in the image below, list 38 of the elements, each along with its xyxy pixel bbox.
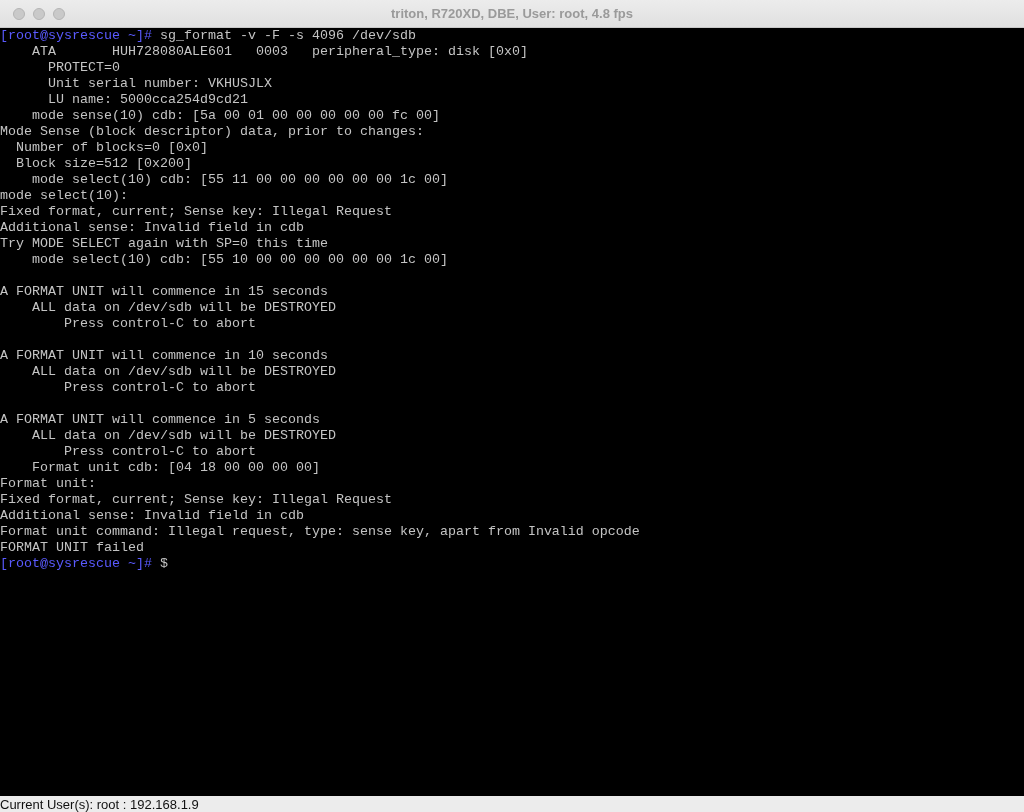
output-line: ALL data on /dev/sdb will be DESTROYED bbox=[31, 300, 336, 316]
output-line: ALL data on /dev/sdb will be DESTROYED bbox=[31, 428, 336, 444]
status-text: Current User(s): root : 192.168.1.9 bbox=[0, 796, 199, 812]
output-line: mode sense(10) cdb: [5a 00 01 00 00 00 00 00 fc 00] bbox=[31, 108, 440, 124]
output-line: Fixed format, current; Sense key: Illegal Request bbox=[0, 492, 392, 508]
output-line: mode select(10) cdb: [55 11 00 00 00 00 00 00 1c 00] bbox=[31, 172, 448, 188]
output-line: Unit serial number: VKHUSJLX bbox=[47, 76, 272, 92]
output-line: Press control-C to abort bbox=[63, 444, 256, 460]
output-line: Format unit command: Illegal request, type: sense key, apart from Invalid opcode bbox=[0, 524, 640, 540]
output-line: mode select(10): bbox=[0, 188, 128, 204]
shell-prompt: [root@sysrescue ~]# bbox=[0, 28, 152, 44]
output-line: Number of blocks=0 [0x0] bbox=[15, 140, 208, 156]
zoom-button[interactable] bbox=[53, 7, 65, 20]
output-line: ATA HUH728080ALE601 0003 peripheral_type: disk [0x0] bbox=[31, 44, 528, 60]
output-line: Fixed format, current; Sense key: Illegal Request bbox=[0, 204, 392, 220]
output-line: Mode Sense (block descriptor) data, prior to changes: bbox=[0, 124, 424, 140]
command-text: sg_format -v -F -s 4096 /dev/sdb bbox=[159, 28, 416, 44]
output-line: Format unit: bbox=[0, 476, 96, 492]
output-line: LU name: 5000cca254d9cd21 bbox=[47, 92, 248, 108]
output-line: Block size=512 [0x200] bbox=[15, 156, 192, 172]
output-line: Format unit cdb: [04 18 00 00 00 00] bbox=[31, 460, 320, 476]
output-line: ALL data on /dev/sdb will be DESTROYED bbox=[31, 364, 336, 380]
shell-prompt: [root@sysrescue ~]# bbox=[0, 556, 152, 572]
command-text: $ bbox=[159, 556, 168, 572]
close-button[interactable] bbox=[13, 7, 25, 20]
output-line: mode select(10) cdb: [55 10 00 00 00 00 00 00 1c 00] bbox=[31, 252, 448, 268]
output-line: A FORMAT UNIT will commence in 5 seconds bbox=[0, 412, 320, 428]
output-line: Additional sense: Invalid field in cdb bbox=[0, 508, 304, 524]
output-line: Additional sense: Invalid field in cdb bbox=[0, 220, 304, 236]
output-line: A FORMAT UNIT will commence in 15 seconds bbox=[0, 284, 328, 300]
minimize-button[interactable] bbox=[33, 7, 45, 20]
output-line: A FORMAT UNIT will commence in 10 seconds bbox=[0, 348, 328, 364]
output-line: Press control-C to abort bbox=[63, 380, 256, 396]
output-line: FORMAT UNIT failed bbox=[0, 540, 144, 556]
window-title: triton, R720XD, DBE, User: root, 4.8 fps bbox=[391, 6, 633, 21]
output-line: PROTECT=0 bbox=[47, 60, 120, 76]
output-line: Try MODE SELECT again with SP=0 this time bbox=[0, 236, 328, 252]
output-line: Press control-C to abort bbox=[63, 316, 256, 332]
